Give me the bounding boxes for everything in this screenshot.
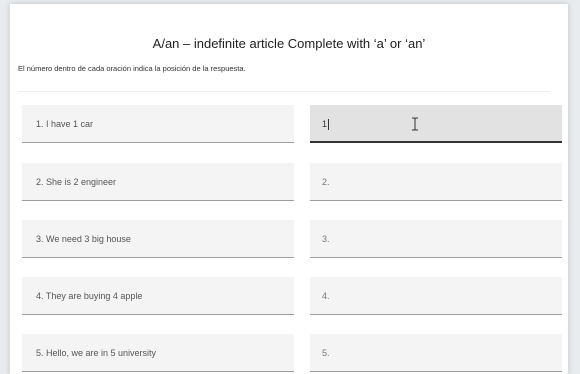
i-beam-cursor-icon <box>412 117 418 131</box>
divider <box>18 91 550 92</box>
sentence-2: 2. She is 2 engineer <box>22 163 294 201</box>
sentence-1: 1. I have 1 car <box>22 105 294 143</box>
exercise-card: A/an – indefinite article Complete with … <box>10 4 568 374</box>
answer-field-4[interactable]: 4. <box>310 277 562 315</box>
answer-field-2[interactable]: 2. <box>310 163 562 201</box>
sentence-4: 4. They are buying 4 apple <box>22 277 294 315</box>
instructions: El número dentro de cada oración indica … <box>18 64 246 73</box>
text-caret <box>328 119 330 131</box>
sentence-3: 3. We need 3 big house <box>22 220 294 258</box>
answer-field-3[interactable]: 3. <box>310 220 562 258</box>
sentence-5: 5. Hello, we are in 5 university <box>22 334 294 372</box>
page-title: A/an – indefinite article Complete with … <box>152 36 426 51</box>
answer-value-1: 1 <box>322 119 328 129</box>
answer-field-5[interactable]: 5. <box>310 334 562 372</box>
answer-field-1[interactable]: 1 <box>310 105 562 143</box>
